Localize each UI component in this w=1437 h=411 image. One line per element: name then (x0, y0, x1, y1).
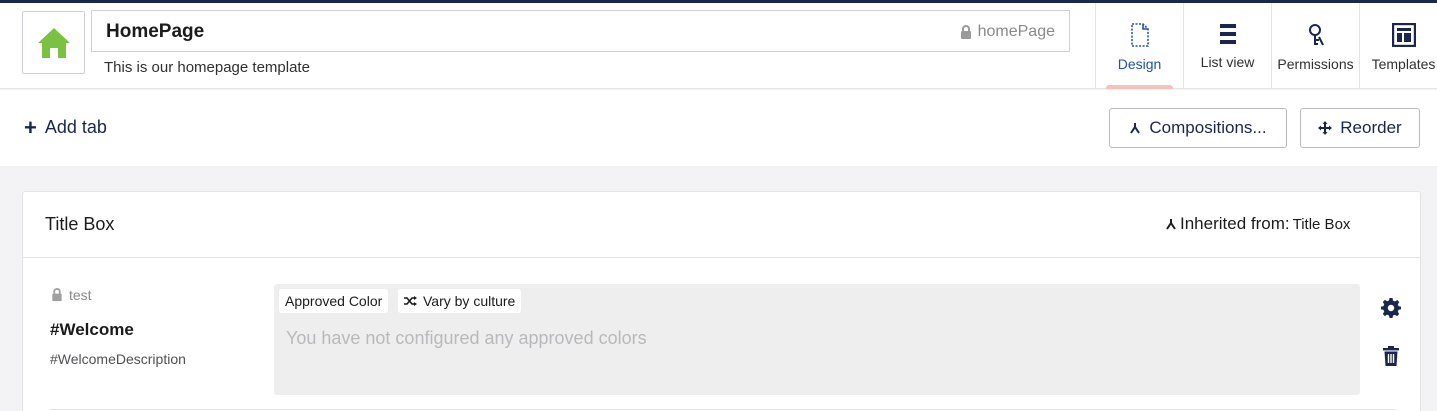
permissions-icon (1308, 24, 1324, 46)
app-permissions[interactable]: Permissions (1271, 3, 1359, 89)
property-label: #Welcome (50, 320, 134, 339)
list-view-icon (1219, 24, 1236, 44)
templates-icon (1391, 23, 1416, 47)
property-lock-label: test (69, 287, 92, 303)
property-lock: test (51, 287, 92, 303)
doctype-name: HomePage (106, 21, 205, 42)
compositions-label: Compositions... (1149, 118, 1267, 137)
add-tab-button[interactable]: + Add tab (24, 114, 107, 140)
plus-icon: + (24, 114, 37, 140)
group-header: Title Box Inherited from: Title Box (23, 192, 1420, 258)
delete-trash-icon[interactable] (1383, 346, 1399, 366)
reorder-button[interactable]: Reorder (1300, 108, 1420, 148)
inherited-from: Inherited from: Title Box (1165, 214, 1350, 234)
editor-apps: Design List view Permissions Templates (1095, 3, 1437, 89)
vary-by-culture-label: Vary by culture (423, 293, 516, 309)
design-toolbar: + Add tab Compositions... Reorder (0, 90, 1437, 166)
app-templates[interactable]: Templates (1359, 3, 1437, 89)
group-title: Title Box (45, 214, 115, 234)
vary-by-culture-tag: Vary by culture (398, 289, 522, 313)
move-icon (1318, 121, 1333, 135)
active-app-indicator (1106, 85, 1173, 89)
property-row: test #Welcome #WelcomeDescription Approv… (23, 259, 1422, 410)
design-icon (1130, 23, 1149, 47)
merge-icon (1166, 219, 1176, 230)
property-editor-preview[interactable]: Approved Color Vary by culture You have … (274, 284, 1360, 395)
doctype-alias-text: homePage (977, 23, 1055, 40)
app-design-label: Design (1117, 56, 1162, 72)
app-permissions-label: Permissions (1277, 56, 1354, 72)
editor-placeholder: You have not configured any approved col… (286, 328, 647, 348)
shuffle-icon (404, 296, 417, 306)
app-design[interactable]: Design (1095, 3, 1183, 89)
inherited-source[interactable]: Title Box (1293, 216, 1351, 233)
editor-header: HomePage homePage This is our homepage t… (0, 3, 1437, 89)
doctype-icon-picker[interactable] (22, 11, 85, 74)
property-alias: #WelcomeDescription (50, 351, 186, 367)
app-list-view-label: List view (1200, 54, 1255, 70)
doctype-description[interactable]: This is our homepage template (104, 59, 310, 76)
editor-type-tag: Approved Color (279, 289, 389, 313)
lock-icon (960, 24, 971, 39)
settings-gear-icon[interactable] (1381, 298, 1401, 318)
property-group-card: Title Box Inherited from: Title Box test… (22, 191, 1421, 411)
lock-icon (52, 288, 62, 302)
reorder-label: Reorder (1340, 118, 1402, 137)
inherited-label: Inherited from: (1180, 214, 1290, 233)
doctype-alias[interactable]: homePage (960, 23, 1055, 41)
add-tab-label: Add tab (44, 117, 107, 137)
doctype-name-input[interactable]: HomePage homePage (91, 10, 1070, 52)
app-list-view[interactable]: List view (1183, 3, 1271, 89)
property-divider (50, 409, 1395, 410)
home-icon (37, 27, 70, 58)
app-templates-label: Templates (1371, 56, 1436, 72)
compositions-button[interactable]: Compositions... (1109, 108, 1287, 148)
merge-icon (1130, 123, 1141, 134)
